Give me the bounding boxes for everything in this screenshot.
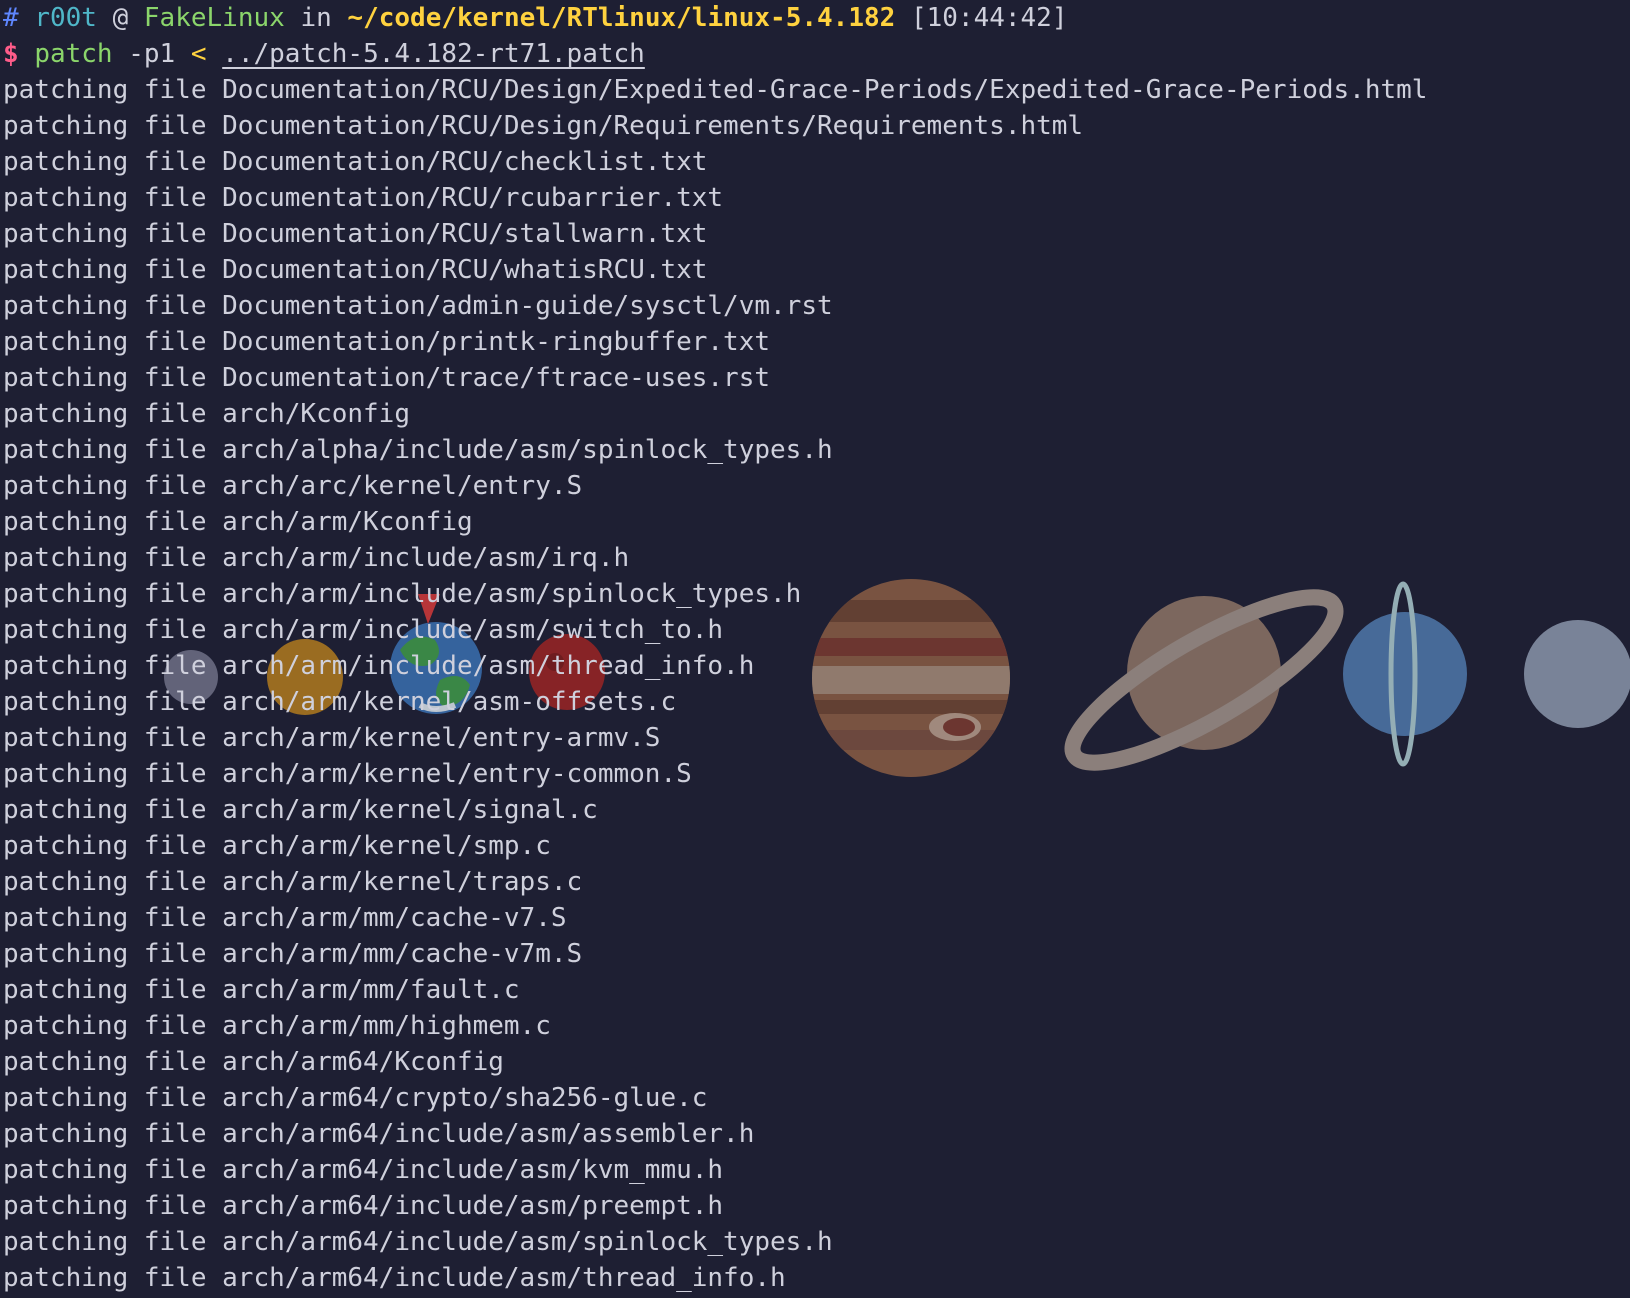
terminal-output: # r00t @ FakeLinux in ~/code/kernel/RTli… bbox=[0, 0, 1630, 1296]
output-line: patching file arch/Kconfig bbox=[3, 399, 410, 429]
command-file[interactable]: ../patch-5.4.182-rt71.patch bbox=[222, 39, 645, 69]
output-line: patching file arch/arm64/include/asm/kvm… bbox=[3, 1155, 724, 1185]
patch-output-list: patching file Documentation/RCU/Design/E… bbox=[3, 72, 1630, 1296]
command-redirect: < bbox=[190, 39, 207, 69]
prompt-at: @ bbox=[112, 3, 129, 33]
output-line: patching file Documentation/RCU/rcubarri… bbox=[3, 183, 724, 213]
output-line: patching file arch/arm/kernel/entry-armv… bbox=[3, 723, 661, 753]
output-line: patching file arch/arm/kernel/asm-offset… bbox=[3, 687, 677, 717]
terminal-window[interactable]: # r00t @ FakeLinux in ~/code/kernel/RTli… bbox=[0, 0, 1630, 1298]
output-line: patching file arch/arm/kernel/smp.c bbox=[3, 831, 551, 861]
prompt-symbol: $ bbox=[3, 39, 19, 69]
output-line: patching file arch/alpha/include/asm/spi… bbox=[3, 435, 833, 465]
output-line: patching file arch/arm64/include/asm/spi… bbox=[3, 1227, 833, 1257]
prompt-cwd: ~/code/kernel/RTlinux/linux-5.4.182 bbox=[347, 3, 896, 33]
output-line: patching file arch/arm64/include/asm/ass… bbox=[3, 1119, 755, 1149]
prompt-time: [10:44:42] bbox=[910, 3, 1068, 33]
output-line: patching file arch/arc/kernel/entry.S bbox=[3, 471, 583, 501]
output-line: patching file arch/arm64/include/asm/thr… bbox=[3, 1263, 786, 1293]
output-line: patching file Documentation/RCU/Design/E… bbox=[3, 75, 1428, 105]
output-line: patching file Documentation/RCU/stallwar… bbox=[3, 219, 708, 249]
command-line[interactable]: $ patch -p1 < ../patch-5.4.182-rt71.patc… bbox=[3, 36, 1630, 72]
command-arg: -p1 bbox=[128, 39, 176, 69]
output-line: patching file Documentation/RCU/checklis… bbox=[3, 147, 708, 177]
output-line: patching file arch/arm/include/asm/spinl… bbox=[3, 579, 802, 609]
output-line: patching file arch/arm/mm/fault.c bbox=[3, 975, 520, 1005]
prompt-hash: # bbox=[3, 3, 19, 33]
output-line: patching file arch/arm/kernel/entry-comm… bbox=[3, 759, 692, 789]
prompt-in: in bbox=[300, 3, 332, 33]
output-line: patching file arch/arm64/crypto/sha256-g… bbox=[3, 1083, 708, 1113]
output-line: patching file arch/arm/mm/highmem.c bbox=[3, 1011, 551, 1041]
output-line: patching file Documentation/trace/ftrace… bbox=[3, 363, 771, 393]
output-line: patching file Documentation/printk-ringb… bbox=[3, 327, 771, 357]
output-line: patching file Documentation/admin-guide/… bbox=[3, 291, 833, 321]
output-line: patching file arch/arm/Kconfig bbox=[3, 507, 473, 537]
output-line: patching file Documentation/RCU/whatisRC… bbox=[3, 255, 708, 285]
output-line: patching file arch/arm/include/asm/irq.h bbox=[3, 543, 630, 573]
output-line: patching file arch/arm/mm/cache-v7.S bbox=[3, 903, 567, 933]
output-line: patching file Documentation/RCU/Design/R… bbox=[3, 111, 1084, 141]
output-line: patching file arch/arm64/include/asm/pre… bbox=[3, 1191, 724, 1221]
output-line: patching file arch/arm/mm/cache-v7m.S bbox=[3, 939, 583, 969]
output-line: patching file arch/arm64/Kconfig bbox=[3, 1047, 504, 1077]
prompt-host: FakeLinux bbox=[143, 3, 285, 33]
prompt-user: r00t bbox=[34, 3, 97, 33]
prompt-line: # r00t @ FakeLinux in ~/code/kernel/RTli… bbox=[3, 0, 1630, 36]
output-line: patching file arch/arm/include/asm/switc… bbox=[3, 615, 724, 645]
output-line: patching file arch/arm/include/asm/threa… bbox=[3, 651, 755, 681]
command-name: patch bbox=[34, 39, 113, 69]
output-line: patching file arch/arm/kernel/signal.c bbox=[3, 795, 598, 825]
output-line: patching file arch/arm/kernel/traps.c bbox=[3, 867, 583, 897]
